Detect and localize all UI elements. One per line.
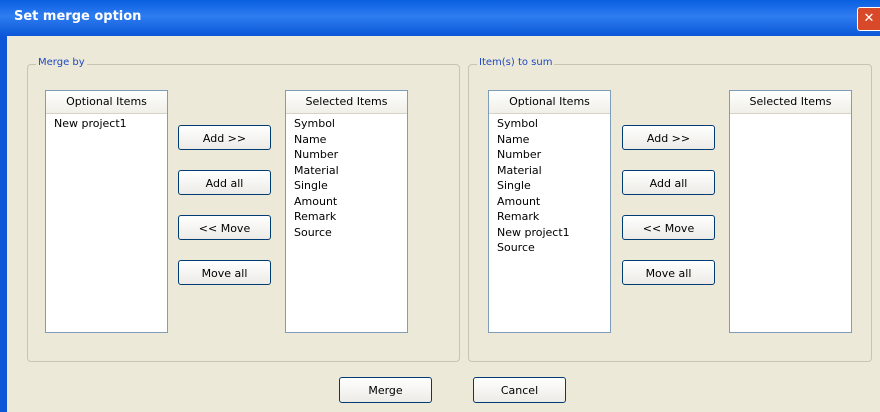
items-to-sum-optional-header: Optional Items [489,91,610,114]
list-item[interactable]: Single [497,178,602,194]
merge-by-selected-header: Selected Items [286,91,407,114]
dialog-title: Set merge option [14,9,142,24]
list-item[interactable]: Remark [497,209,602,225]
merge-by-label: Merge by [36,57,87,68]
list-item[interactable]: Source [294,225,399,241]
merge-by-move-all-button[interactable]: Move all [178,260,271,285]
merge-option-dialog: Set merge option ✕ Merge by Optional Ite… [0,0,880,412]
list-item[interactable]: Source [497,240,602,256]
merge-by-optional-items: New project1 [46,114,167,134]
items-to-sum-optional-list[interactable]: Optional Items Symbol Name Number Material S… [488,90,611,333]
list-item[interactable]: Remark [294,209,399,225]
items-to-sum-label: Item(s) to sum [477,57,555,68]
merge-by-selected-items: Symbol Name Number Material Single Amount Rema… [286,114,407,242]
items-to-sum-selected-items [730,114,851,118]
merge-by-optional-header: Optional Items [46,91,167,114]
merge-by-optional-list[interactable]: Optional Items New project1 [45,90,168,333]
merge-by-selected-list[interactable]: Selected Items Symbol Name Number Material S… [285,90,408,333]
merge-by-move-button[interactable]: << Move [178,215,271,240]
close-button[interactable]: ✕ [857,7,880,31]
merge-by-add-button[interactable]: Add >> [178,125,271,150]
list-item[interactable]: Amount [497,194,602,210]
merge-button[interactable]: Merge [339,377,432,403]
list-item[interactable]: Name [497,132,602,148]
cancel-button[interactable]: Cancel [473,377,566,403]
list-item[interactable]: Number [497,147,602,163]
items-to-sum-move-button[interactable]: << Move [622,215,715,240]
list-item[interactable]: Material [497,163,602,179]
list-item[interactable]: Symbol [294,116,399,132]
items-to-sum-move-all-button[interactable]: Move all [622,260,715,285]
title-bar: Set merge option ✕ [0,0,880,36]
list-item[interactable]: Material [294,163,399,179]
items-to-sum-add-all-button[interactable]: Add all [622,170,715,195]
list-item[interactable]: Single [294,178,399,194]
close-icon: ✕ [863,11,875,26]
items-to-sum-optional-items: Symbol Name Number Material Single Amount Rema… [489,114,610,258]
window-left-border [0,36,7,412]
items-to-sum-add-button[interactable]: Add >> [622,125,715,150]
list-item[interactable]: Amount [294,194,399,210]
list-item[interactable]: Number [294,147,399,163]
list-item[interactable]: New project1 [497,225,602,241]
list-item[interactable]: New project1 [54,116,159,132]
merge-by-add-all-button[interactable]: Add all [178,170,271,195]
items-to-sum-selected-list[interactable]: Selected Items [729,90,852,333]
list-item[interactable]: Symbol [497,116,602,132]
items-to-sum-selected-header: Selected Items [730,91,851,114]
list-item[interactable]: Name [294,132,399,148]
